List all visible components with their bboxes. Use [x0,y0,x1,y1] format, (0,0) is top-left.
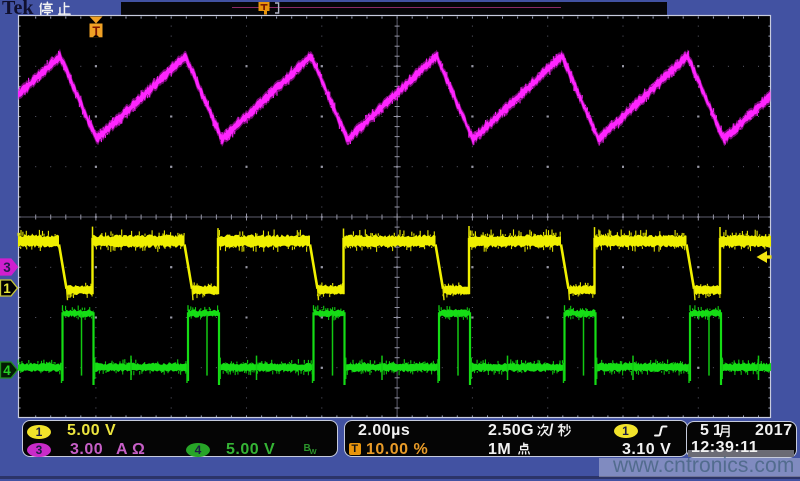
svg-text:3: 3 [3,260,11,275]
svg-text:4: 4 [3,363,11,378]
svg-text:1: 1 [3,281,11,296]
svg-text:T: T [92,24,100,38]
